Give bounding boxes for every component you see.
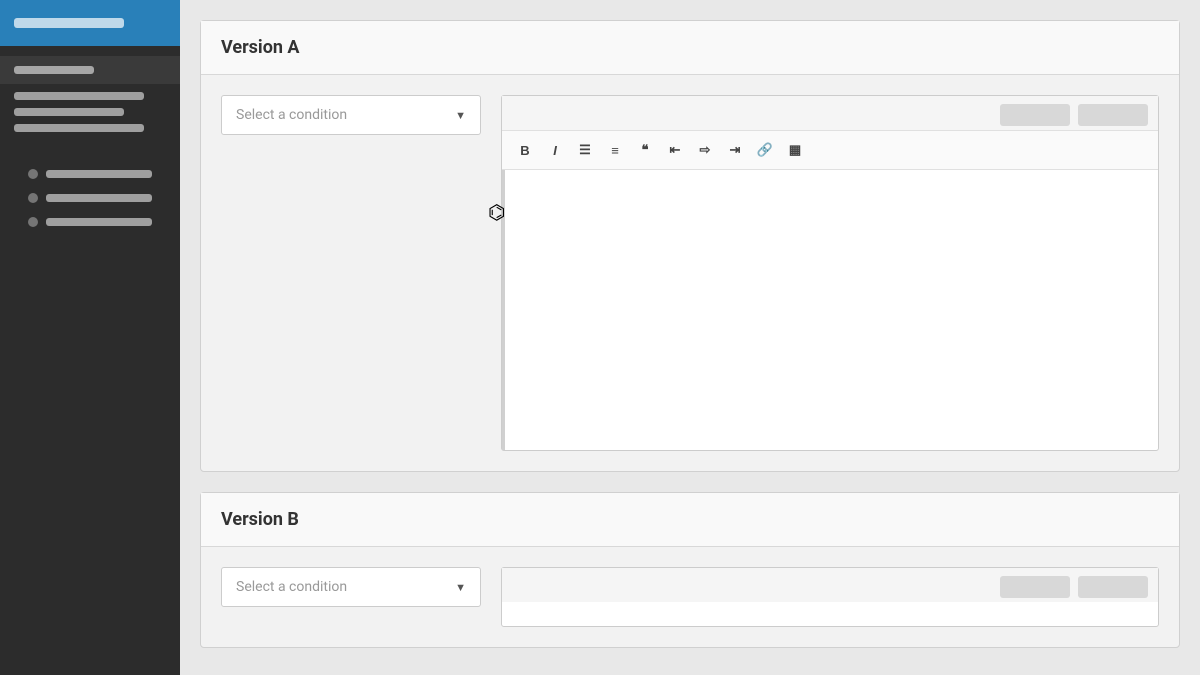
version-a-title: Version A [201, 21, 1179, 75]
toolbar-link[interactable]: 🔗 [752, 137, 778, 163]
toolbar-bold[interactable]: B [512, 137, 538, 163]
sidebar-radio-bar-3 [46, 218, 152, 226]
version-b-condition-select: Select a condition ▼ [221, 567, 481, 607]
toolbar-table[interactable]: ▦ [782, 137, 808, 163]
version-a-editor-body[interactable] [502, 170, 1158, 450]
sidebar-radio-item-1[interactable] [14, 162, 166, 186]
main-content: Version A Select a condition ▼ B I ☰ [180, 0, 1200, 675]
version-a-condition-select: Select a condition ▼ [221, 95, 481, 135]
toolbar-align-right[interactable]: ⇥ [722, 137, 748, 163]
condition-select-box-b[interactable]: Select a condition ▼ [221, 567, 481, 607]
toolbar-italic[interactable]: I [542, 137, 568, 163]
sidebar-active-item[interactable] [0, 56, 180, 84]
version-b-card: Version B Select a condition ▼ [200, 492, 1180, 648]
toolbar-quote[interactable]: ❝ [632, 137, 658, 163]
sidebar-header [0, 0, 180, 46]
sidebar-active-bar [14, 66, 94, 74]
sidebar [0, 0, 180, 675]
editor-left-border [502, 170, 505, 450]
condition-select-arrow-b: ▼ [455, 581, 466, 594]
condition-select-box-a[interactable]: Select a condition ▼ [221, 95, 481, 135]
sidebar-bar-3[interactable] [14, 124, 144, 132]
editor-a-top-btn-2[interactable] [1078, 104, 1148, 126]
sidebar-header-bar [14, 18, 124, 28]
sidebar-radio-bar-1 [46, 170, 152, 178]
sidebar-section-1 [0, 86, 180, 138]
editor-b-top-btn-2[interactable] [1078, 576, 1148, 598]
toolbar-ol[interactable]: ≡ [602, 137, 628, 163]
condition-select-placeholder-a: Select a condition [236, 107, 347, 123]
version-a-card: Version A Select a condition ▼ B I ☰ [200, 20, 1180, 472]
sidebar-section-2 [0, 156, 180, 240]
sidebar-bar-1[interactable] [14, 92, 144, 100]
version-b-body: Select a condition ▼ [201, 547, 1179, 647]
toolbar-align-left[interactable]: ⇤ [662, 137, 688, 163]
editor-b-top-buttons [502, 568, 1158, 602]
toolbar-ul[interactable]: ☰ [572, 137, 598, 163]
condition-select-arrow-a: ▼ [455, 109, 466, 122]
editor-b-top-btn-1[interactable] [1000, 576, 1070, 598]
radio-dot-2 [28, 193, 38, 203]
sidebar-radio-item-2[interactable] [14, 186, 166, 210]
version-a-editor: B I ☰ ≡ ❝ ⇤ ⇨ ⇥ 🔗 ▦ [501, 95, 1159, 451]
condition-select-placeholder-b: Select a condition [236, 579, 347, 595]
radio-dot-1 [28, 169, 38, 179]
version-b-editor [501, 567, 1159, 627]
editor-a-top-buttons [502, 96, 1158, 130]
sidebar-radio-item-3[interactable] [14, 210, 166, 234]
editor-a-toolbar: B I ☰ ≡ ❝ ⇤ ⇨ ⇥ 🔗 ▦ [502, 130, 1158, 170]
sidebar-radio-bar-2 [46, 194, 152, 202]
toolbar-align-center[interactable]: ⇨ [692, 137, 718, 163]
version-b-title: Version B [201, 493, 1179, 547]
version-a-body: Select a condition ▼ B I ☰ ≡ ❝ ⇤ ⇨ [201, 75, 1179, 471]
sidebar-bar-2[interactable] [14, 108, 124, 116]
editor-a-top-btn-1[interactable] [1000, 104, 1070, 126]
radio-dot-3 [28, 217, 38, 227]
